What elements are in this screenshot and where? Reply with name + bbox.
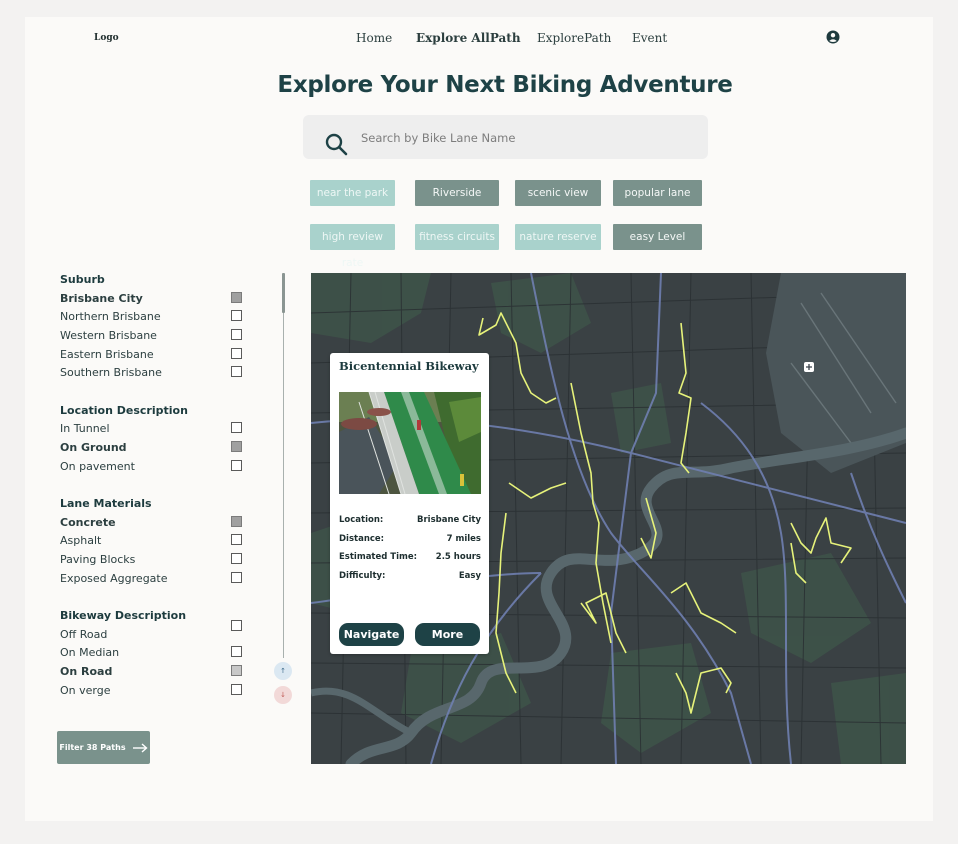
arrow-right-icon [132, 742, 148, 753]
tag-fitness-circuits[interactable]: fitness circuits [415, 224, 499, 250]
more-button[interactable]: More [415, 623, 480, 646]
filter-item-paving-blocks[interactable]: Paving Blocks [60, 553, 135, 566]
checkbox-eastern-brisbane[interactable] [231, 348, 242, 359]
detail-value-time: 2.5 hours [435, 552, 481, 562]
checkbox-on-median[interactable] [231, 646, 242, 657]
checkbox-on-pavement[interactable] [231, 460, 242, 471]
filter-item-off-road[interactable]: Off Road [60, 628, 107, 641]
bikeway-info-card[interactable]: Bicentennial Bikeway Location: Brisbane … [330, 353, 489, 654]
scroll-up-button[interactable]: ↑ [274, 662, 292, 680]
detail-label-distance: Distance: [339, 534, 385, 544]
filter-heading-materials: Lane Materials [60, 497, 152, 510]
filter-scrollbar-track[interactable] [283, 273, 284, 658]
filter-item-on-median[interactable]: On Median [60, 646, 119, 659]
filter-item-on-pavement[interactable]: On pavement [60, 460, 135, 473]
search-input[interactable] [359, 115, 693, 161]
filter-item-in-tunnel[interactable]: In Tunnel [60, 422, 110, 435]
filter-item-on-verge[interactable]: On verge [60, 684, 110, 697]
search-bar[interactable] [303, 115, 708, 161]
tag-high-review-rate[interactable]: high review rate [310, 224, 395, 269]
detail-row-difficulty: Difficulty: Easy [339, 571, 481, 581]
ghost-text-line2: Bikeway [759, 196, 811, 209]
checkbox-southern-brisbane[interactable] [231, 366, 242, 377]
filter-item-northern-brisbane[interactable]: Northern Brisbane [60, 310, 161, 323]
checkbox-brisbane-city[interactable] [231, 292, 242, 303]
tag-easy-level[interactable]: easy Level [613, 224, 702, 250]
logo[interactable]: Logo [94, 33, 119, 43]
filter-heading-bikeway: Bikeway Description [60, 609, 187, 622]
filter-item-southern-brisbane[interactable]: Southern Brisbane [60, 366, 162, 379]
checkbox-asphalt[interactable] [231, 534, 242, 545]
filter-paths-button[interactable]: Filter 38 Paths [57, 731, 150, 764]
tag-scenic-view[interactable]: scenic view [515, 180, 601, 206]
checkbox-on-verge[interactable] [231, 684, 242, 695]
bikeway-photo [339, 392, 481, 494]
filter-item-exposed-aggregate[interactable]: Exposed Aggregate [60, 572, 168, 585]
detail-row-distance: Distance: 7 miles [339, 534, 481, 544]
filter-item-eastern-brisbane[interactable]: Eastern Brisbane [60, 348, 154, 361]
checkbox-on-ground[interactable] [231, 441, 242, 452]
filter-item-on-ground[interactable]: On Ground [60, 441, 127, 454]
scroll-down-button[interactable]: ↓ [274, 686, 292, 704]
checkbox-western-brisbane[interactable] [231, 329, 242, 340]
page-title: Explore Your Next Biking Adventure [277, 72, 733, 98]
filter-button-label: Filter 38 Paths [59, 743, 126, 752]
navigate-button[interactable]: Navigate [339, 623, 404, 646]
arrow-down-icon: ↓ [280, 691, 286, 699]
nav-explorepath[interactable]: ExplorePath [537, 31, 611, 45]
filter-item-asphalt[interactable]: Asphalt [60, 534, 101, 547]
nav-event[interactable]: Event [632, 31, 667, 45]
nav-home[interactable]: Home [356, 31, 392, 45]
checkbox-exposed-aggregate[interactable] [231, 572, 242, 583]
detail-value-difficulty: Easy [458, 571, 481, 581]
detail-label-location: Location: [339, 515, 384, 525]
user-icon[interactable] [826, 30, 840, 44]
filter-item-on-road[interactable]: On Road [60, 665, 112, 678]
detail-row-location: Location: Brisbane City [339, 515, 481, 525]
filter-heading-suburb: Suburb [60, 273, 105, 286]
checkbox-paving-blocks[interactable] [231, 553, 242, 564]
airport-icon[interactable] [804, 362, 814, 372]
detail-value-distance: 7 miles [446, 534, 481, 544]
detail-label-time: Estimated Time: [339, 552, 418, 562]
detail-value-location: Brisbane City [417, 515, 481, 525]
checkbox-in-tunnel[interactable] [231, 422, 242, 433]
filter-heading-location: Location Description [60, 404, 188, 417]
filter-scrollbar-thumb[interactable] [282, 273, 285, 313]
detail-label-difficulty: Difficulty: [339, 571, 386, 581]
filter-item-concrete[interactable]: Concrete [60, 516, 116, 529]
arrow-up-icon: ↑ [280, 667, 286, 675]
filter-item-western-brisbane[interactable]: Western Brisbane [60, 329, 157, 342]
checkbox-on-road[interactable] [231, 665, 242, 676]
checkbox-concrete[interactable] [231, 516, 242, 527]
tag-popular-lane[interactable]: popular lane [613, 180, 702, 206]
tag-near-the-park[interactable]: near the park [310, 180, 395, 206]
checkbox-off-road[interactable] [231, 620, 242, 631]
search-icon[interactable] [325, 133, 349, 157]
nav-explore-allpath[interactable]: Explore AllPath [416, 31, 521, 45]
filter-item-brisbane-city[interactable]: Brisbane City [60, 292, 143, 305]
tag-riverside[interactable]: Riverside [415, 180, 499, 206]
checkbox-northern-brisbane[interactable] [231, 310, 242, 321]
ghost-text-line1: Bicentennial [759, 172, 837, 185]
card-title: Bicentennial Bikeway [339, 359, 479, 373]
tag-nature-reserve[interactable]: nature reserve [515, 224, 601, 250]
detail-row-time: Estimated Time: 2.5 hours [339, 552, 481, 562]
